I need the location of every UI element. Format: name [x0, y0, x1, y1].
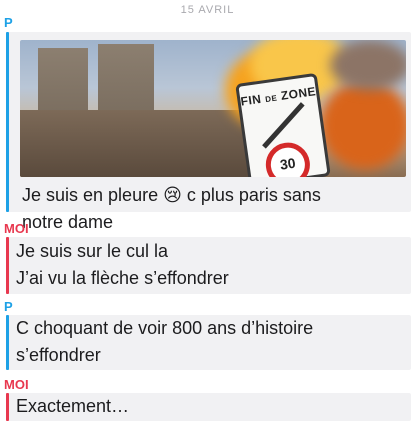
message-line: Je suis sur le cul la: [16, 241, 169, 261]
sign-word: FIN: [239, 91, 263, 109]
notre-dame-fire-photo[interactable]: FIN DE ZONE 30: [20, 40, 406, 177]
fin-de-zone-sign: FIN DE ZONE 30: [235, 72, 331, 177]
sign-word: DE: [264, 93, 278, 105]
chat-message[interactable]: Je suis sur le cul la J’ai vu la flèche …: [6, 237, 411, 294]
message-text: C choquant de voir 800 ans d’histoire s’…: [6, 315, 411, 369]
sender-color-bar: [6, 315, 9, 370]
message-line: C choquant de voir 800 ans d’histoire: [16, 318, 314, 338]
message-line: s’effondrer: [16, 345, 101, 365]
sender-color-bar: [6, 32, 9, 212]
speed-limit-number: 30: [278, 154, 297, 173]
sender-color-bar: [6, 393, 9, 421]
sender-label: MOI: [4, 377, 29, 392]
message-text: Je suis en pleure 😢 c plus paris sans no…: [12, 182, 321, 236]
chat-message[interactable]: C choquant de voir 800 ans d’histoire s’…: [6, 315, 411, 370]
message-text: Exactement…: [6, 393, 411, 420]
message-line: Exactement…: [16, 396, 130, 416]
sender-label: P: [4, 299, 13, 314]
chat-message[interactable]: FIN DE ZONE 30 Je suis en pleure 😢 c plu…: [6, 32, 411, 232]
chat-message[interactable]: Exactement…: [6, 393, 411, 421]
message-line: Je suis en pleure 😢 c plus paris sans: [22, 185, 321, 205]
fire-glow: [320, 80, 406, 170]
message-line: J’ai vu la flèche s’effondrer: [16, 268, 229, 288]
cathedral-nave: [20, 110, 250, 177]
smoke: [330, 40, 406, 90]
sign-slash: [262, 102, 305, 149]
sender-label: MOI: [4, 221, 29, 236]
speed-limit-circle: 30: [263, 139, 313, 177]
message-text: Je suis sur le cul la J’ai vu la flèche …: [6, 237, 411, 292]
date-header: 15 AVRIL: [180, 4, 235, 16]
message-line: notre dame: [22, 212, 114, 232]
sign-word: ZONE: [279, 84, 317, 103]
sender-color-bar: [6, 237, 9, 294]
sender-label: P: [4, 15, 13, 30]
